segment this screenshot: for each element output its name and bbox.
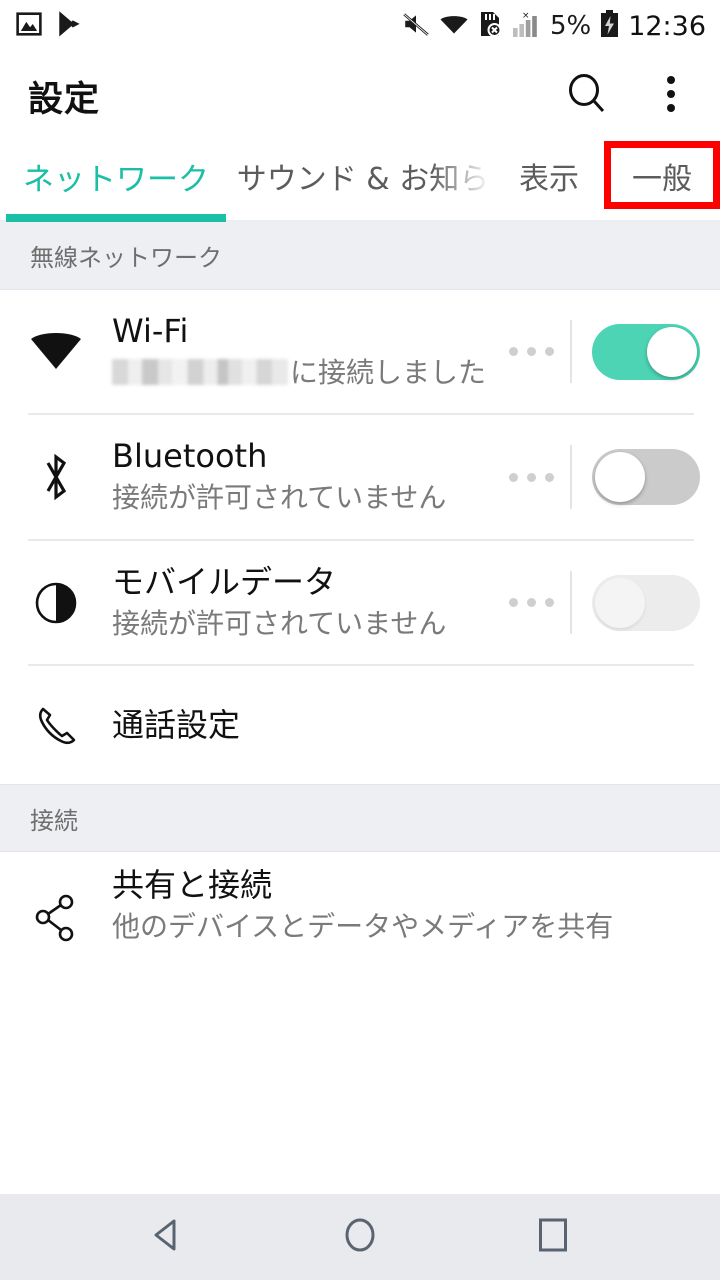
status-bar-clock: 12:36 [628, 10, 706, 42]
settings-screen: × 5% 12:36 設定 ネットワーク サウンド & お知ら 表示 一般 無線… [0, 0, 720, 1280]
tab-general[interactable]: 一般 [604, 144, 720, 198]
back-triangle-icon [145, 1213, 189, 1261]
wifi-row-subtitle: に接続しました [112, 355, 492, 391]
svg-text:×: × [522, 11, 530, 21]
share-row-subtitle: 他のデバイスとデータやメディアを共有 [112, 910, 614, 943]
list-item-mobile-data[interactable]: モバイルデータ 接続が許可されていません [0, 540, 720, 665]
home-circle-icon [338, 1213, 382, 1261]
recents-square-icon [531, 1213, 575, 1261]
mobile-data-row-subtitle: 接続が許可されていません [112, 606, 447, 640]
image-icon [16, 11, 42, 41]
more-horizontal-icon [508, 347, 554, 357]
search-icon [564, 71, 610, 121]
call-settings-row-icon [0, 702, 112, 748]
navigation-bar [0, 1194, 720, 1280]
bluetooth-row-text: Bluetooth 接続が許可されていません [112, 415, 492, 538]
mobile-data-toggle-container [570, 570, 720, 635]
mobile-data-toggle[interactable] [592, 574, 700, 631]
overflow-menu-button[interactable] [644, 69, 698, 123]
tab-sound-notifications[interactable]: サウンド & お知ら [232, 144, 494, 198]
wifi-toggle-container [570, 320, 720, 384]
list-item-wifi[interactable]: Wi-Fi に接続しました [0, 290, 720, 414]
mobile-data-row-more-button[interactable] [492, 541, 570, 664]
tab-display-label: 表示 [519, 162, 579, 197]
mobile-data-row-text: モバイルデータ 接続が許可されていません [112, 541, 492, 664]
tab-network[interactable]: ネットワーク [0, 144, 232, 199]
wifi-row-subtitle-suffix: に接続しました [290, 356, 487, 390]
tab-bar: ネットワーク サウンド & お知ら 表示 一般 [0, 140, 720, 222]
share-row-icon [0, 852, 112, 942]
tab-active-indicator [6, 214, 226, 222]
bluetooth-row-subtitle: 接続が許可されていません [112, 481, 447, 515]
more-vertical-icon [664, 71, 678, 121]
mobile-data-row-icon [0, 541, 112, 664]
section-header-wireless-label: 無線ネットワーク [30, 244, 222, 272]
signal-bars-icon: × [511, 10, 541, 42]
nav-home-button[interactable] [314, 1194, 406, 1280]
section-header-wireless: 無線ネットワーク [0, 222, 720, 290]
call-settings-row-title: 通話設定 [112, 705, 241, 744]
bluetooth-toggle-container [570, 445, 720, 509]
play-store-icon [56, 10, 83, 42]
status-bar-left-icons [16, 10, 83, 42]
page-title: 設定 [28, 79, 101, 120]
wifi-row-title: Wi-Fi [112, 312, 189, 350]
section-header-connection-label: 接続 [30, 806, 78, 835]
battery-percent-label: 5% [549, 11, 592, 41]
status-bar: × 5% 12:36 [0, 0, 720, 52]
tab-network-label: ネットワーク [23, 162, 209, 198]
list-item-share-and-connect[interactable]: 共有と接続 他のデバイスとデータやメディアを共有 [0, 852, 720, 943]
tab-general-label: 一般 [632, 162, 692, 197]
sd-card-error-icon [478, 11, 502, 41]
share-row-text: 共有と接続 他のデバイスとデータやメディアを共有 [112, 852, 720, 942]
tab-sound-notifications-label: サウンド & お知ら [236, 162, 490, 197]
search-button[interactable] [560, 69, 614, 123]
list-item-bluetooth[interactable]: Bluetooth 接続が許可されていません [0, 415, 720, 539]
wifi-row-text: Wi-Fi に接続しました [112, 290, 492, 413]
mute-icon [402, 11, 430, 41]
bluetooth-row-title: Bluetooth [112, 437, 268, 476]
bluetooth-toggle[interactable] [592, 449, 700, 506]
wifi-toggle[interactable] [592, 323, 700, 380]
list-item-call-settings[interactable]: 通話設定 [0, 666, 720, 785]
nav-recents-button[interactable] [507, 1194, 599, 1280]
wifi-ssid-redacted [112, 359, 288, 386]
share-row-title: 共有と接続 [112, 866, 273, 905]
app-bar-actions [560, 69, 698, 123]
nav-back-button[interactable] [121, 1194, 213, 1280]
more-horizontal-icon [508, 598, 554, 608]
tab-display[interactable]: 表示 [494, 144, 604, 198]
wifi-row-icon [0, 290, 112, 413]
wifi-row-more-button[interactable] [492, 290, 570, 413]
settings-list: 無線ネットワーク Wi-Fi に接続しました Bluetooth 接続が許可され… [0, 222, 720, 1194]
bluetooth-row-icon [0, 415, 112, 538]
app-bar: 設定 [0, 52, 720, 140]
battery-charging-icon [600, 10, 619, 42]
bluetooth-row-more-button[interactable] [492, 415, 570, 538]
status-bar-right-icons: × 5% 12:36 [402, 10, 706, 42]
call-settings-row-text: 通話設定 [112, 706, 720, 745]
section-header-connection: 接続 [0, 784, 720, 853]
more-horizontal-icon [508, 472, 554, 482]
wifi-icon [439, 12, 469, 40]
mobile-data-row-title: モバイルデータ [112, 562, 337, 601]
